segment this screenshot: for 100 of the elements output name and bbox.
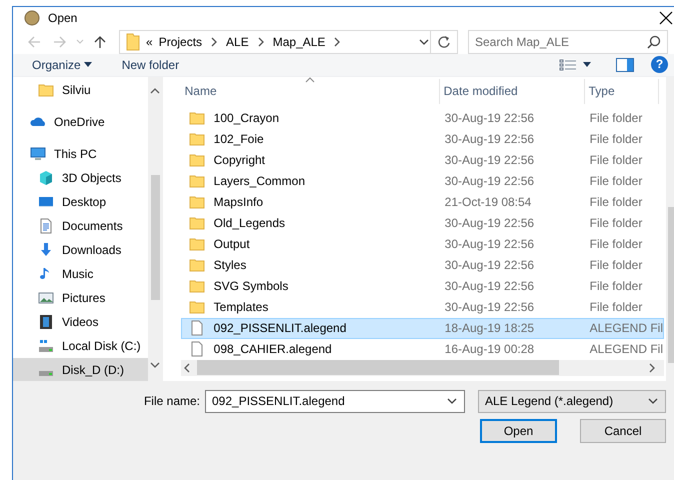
file-name: 102_Foie	[214, 131, 264, 148]
type-cell-text: File folder	[588, 257, 642, 274]
type-cell-text: File folder	[588, 110, 642, 128]
film-icon	[38, 314, 54, 330]
address-bar[interactable]: « Projects ALE Map_ALE	[119, 30, 431, 54]
file-type-dropdown[interactable]: ALE Legend (*.alegend)	[478, 390, 666, 413]
date-cell-text: 30-Aug-19 22:56	[444, 152, 536, 170]
organize-button[interactable]: Organize	[32, 54, 92, 76]
nav-item[interactable]: 3D Objects	[13, 166, 148, 190]
folder-icon	[188, 278, 205, 294]
cube-icon	[38, 170, 54, 186]
type-cell-text: ALEGEND Fil	[588, 320, 663, 338]
nav-item[interactable]: Pictures	[13, 286, 148, 310]
window-title: Open	[48, 10, 78, 28]
new-folder-button[interactable]: New folder	[122, 54, 180, 76]
date-cell-text: 30-Aug-19 22:56	[444, 257, 536, 274]
file-name: 098_CAHIER.alegend	[214, 341, 332, 358]
file-row[interactable]: Output 30-Aug-19 22:56 File folder	[180, 234, 664, 255]
scrollbar-thumb[interactable]	[150, 174, 160, 300]
file-icon	[188, 320, 205, 336]
breadcrumb-overflow[interactable]: «	[146, 32, 153, 51]
file-name: MapsInfo	[214, 194, 263, 212]
file-name: Output	[214, 236, 250, 254]
scrollbar-thumb[interactable]	[668, 206, 674, 363]
view-options-icon[interactable]	[559, 58, 577, 72]
dialog-button[interactable]: Open	[480, 418, 557, 443]
file-name: Copyright	[214, 152, 265, 170]
type-cell-text: File folder	[588, 152, 642, 170]
search-field[interactable]: Search Map_ALE	[475, 32, 645, 51]
nav-item[interactable]: OneDrive	[13, 110, 148, 134]
date-cell-text: 30-Aug-19 22:56	[444, 173, 536, 190]
help-button[interactable]: ?	[651, 56, 668, 74]
file-row[interactable]: Styles 30-Aug-19 22:56 File folder	[180, 254, 664, 276]
scrollbar-thumb[interactable]	[196, 360, 559, 376]
folder-icon	[188, 299, 205, 316]
refresh-icon[interactable]	[437, 34, 451, 49]
nav-item[interactable]: Disk_D (D:)	[13, 358, 148, 381]
up-arrow-icon[interactable]	[93, 34, 107, 49]
type-cell-text: File folder	[588, 215, 642, 232]
search-box[interactable]: Search Map_ALE	[468, 30, 668, 54]
breadcrumb-item[interactable]: Map_ALE	[272, 32, 326, 51]
nav-item[interactable]: Local Disk (C:)	[13, 334, 148, 358]
breadcrumb-item[interactable]: ALE	[226, 32, 249, 51]
folder-icon	[38, 82, 54, 98]
type-cell-text: File folder	[588, 173, 642, 190]
type-cell-text: File folder	[588, 299, 642, 316]
nav-item[interactable]: Downloads	[13, 238, 148, 262]
type-cell-text: File folder	[588, 131, 642, 148]
file-name: Old_Legends	[214, 215, 286, 232]
folder-icon	[188, 110, 205, 126]
date-cell-text: 16-Aug-19 00:28	[444, 341, 536, 358]
caret-icon	[84, 62, 92, 68]
folder-icon	[188, 131, 205, 148]
file-name: SVG Symbols	[214, 278, 288, 296]
file-row[interactable]: Old_Legends 30-Aug-19 22:56 File folder	[180, 212, 664, 234]
file-row[interactable]: 092_PISSENLIT.alegend 18-Aug-19 18:25 ALEGEND Fil	[180, 318, 664, 339]
file-row[interactable]: Templates 30-Aug-19 22:56 File folder	[180, 296, 664, 318]
file-name: Templates	[214, 299, 268, 316]
column-header[interactable]: Date modified	[440, 78, 585, 104]
file-row[interactable]: Layers_Common 30-Aug-19 22:56 File folder	[180, 170, 664, 192]
file-row[interactable]: SVG Symbols 30-Aug-19 22:56 File folder	[180, 276, 664, 297]
type-cell-text: ALEGEND Fil	[588, 341, 663, 358]
nav-item[interactable]: Music	[13, 262, 148, 286]
type-cell-text: File folder	[588, 194, 642, 212]
nav-item[interactable]: Videos	[13, 310, 148, 334]
drive-icon	[38, 338, 54, 354]
close-icon[interactable]	[659, 11, 673, 26]
folder-icon	[188, 194, 205, 210]
folder-icon	[188, 257, 205, 274]
column-header[interactable]: Name	[180, 78, 440, 104]
type-cell-text: File folder	[588, 278, 642, 296]
column-header[interactable]: Type	[584, 78, 659, 104]
nav-item[interactable]: Documents	[13, 214, 148, 238]
nav-item[interactable]: Silviu	[13, 78, 148, 102]
logo-icon	[24, 10, 40, 26]
breadcrumb-item[interactable]: Projects	[158, 32, 202, 51]
date-cell-text: 30-Aug-19 22:56	[444, 110, 536, 128]
date-cell-text: 30-Aug-19 22:56	[444, 299, 536, 316]
nav-item[interactable]: Desktop	[13, 190, 148, 214]
date-cell-text: 30-Aug-19 22:56	[444, 131, 536, 148]
download-arrow-icon	[38, 242, 54, 258]
file-row[interactable]: 100_Crayon 30-Aug-19 22:56 File folder	[180, 108, 664, 129]
file-name-box[interactable]: 092_PISSENLIT.alegend	[205, 390, 465, 413]
file-name-field[interactable]: 092_PISSENLIT.alegend	[212, 392, 442, 410]
dialog-button[interactable]: Cancel	[580, 418, 666, 443]
file-row[interactable]: 102_Foie 30-Aug-19 22:56 File folder	[180, 128, 664, 150]
folder-icon	[188, 236, 205, 252]
date-cell-text: 18-Aug-19 18:25	[444, 320, 536, 338]
document-icon	[38, 218, 54, 234]
file-icon	[188, 341, 205, 358]
search-icon	[647, 34, 661, 49]
caret-icon[interactable]	[583, 62, 591, 68]
monitor-icon	[30, 146, 46, 162]
file-row[interactable]: 098_CAHIER.alegend 16-Aug-19 00:28 ALEGEND Fil	[180, 338, 664, 360]
nav-item[interactable]: This PC	[13, 142, 148, 166]
file-row[interactable]: Copyright 30-Aug-19 22:56 File folder	[180, 150, 664, 171]
field-label: File name:	[142, 393, 200, 410]
folder-icon	[188, 173, 205, 190]
preview-pane-icon[interactable]	[616, 58, 634, 72]
file-row[interactable]: MapsInfo 21-Oct-19 08:54 File folder	[180, 192, 664, 213]
